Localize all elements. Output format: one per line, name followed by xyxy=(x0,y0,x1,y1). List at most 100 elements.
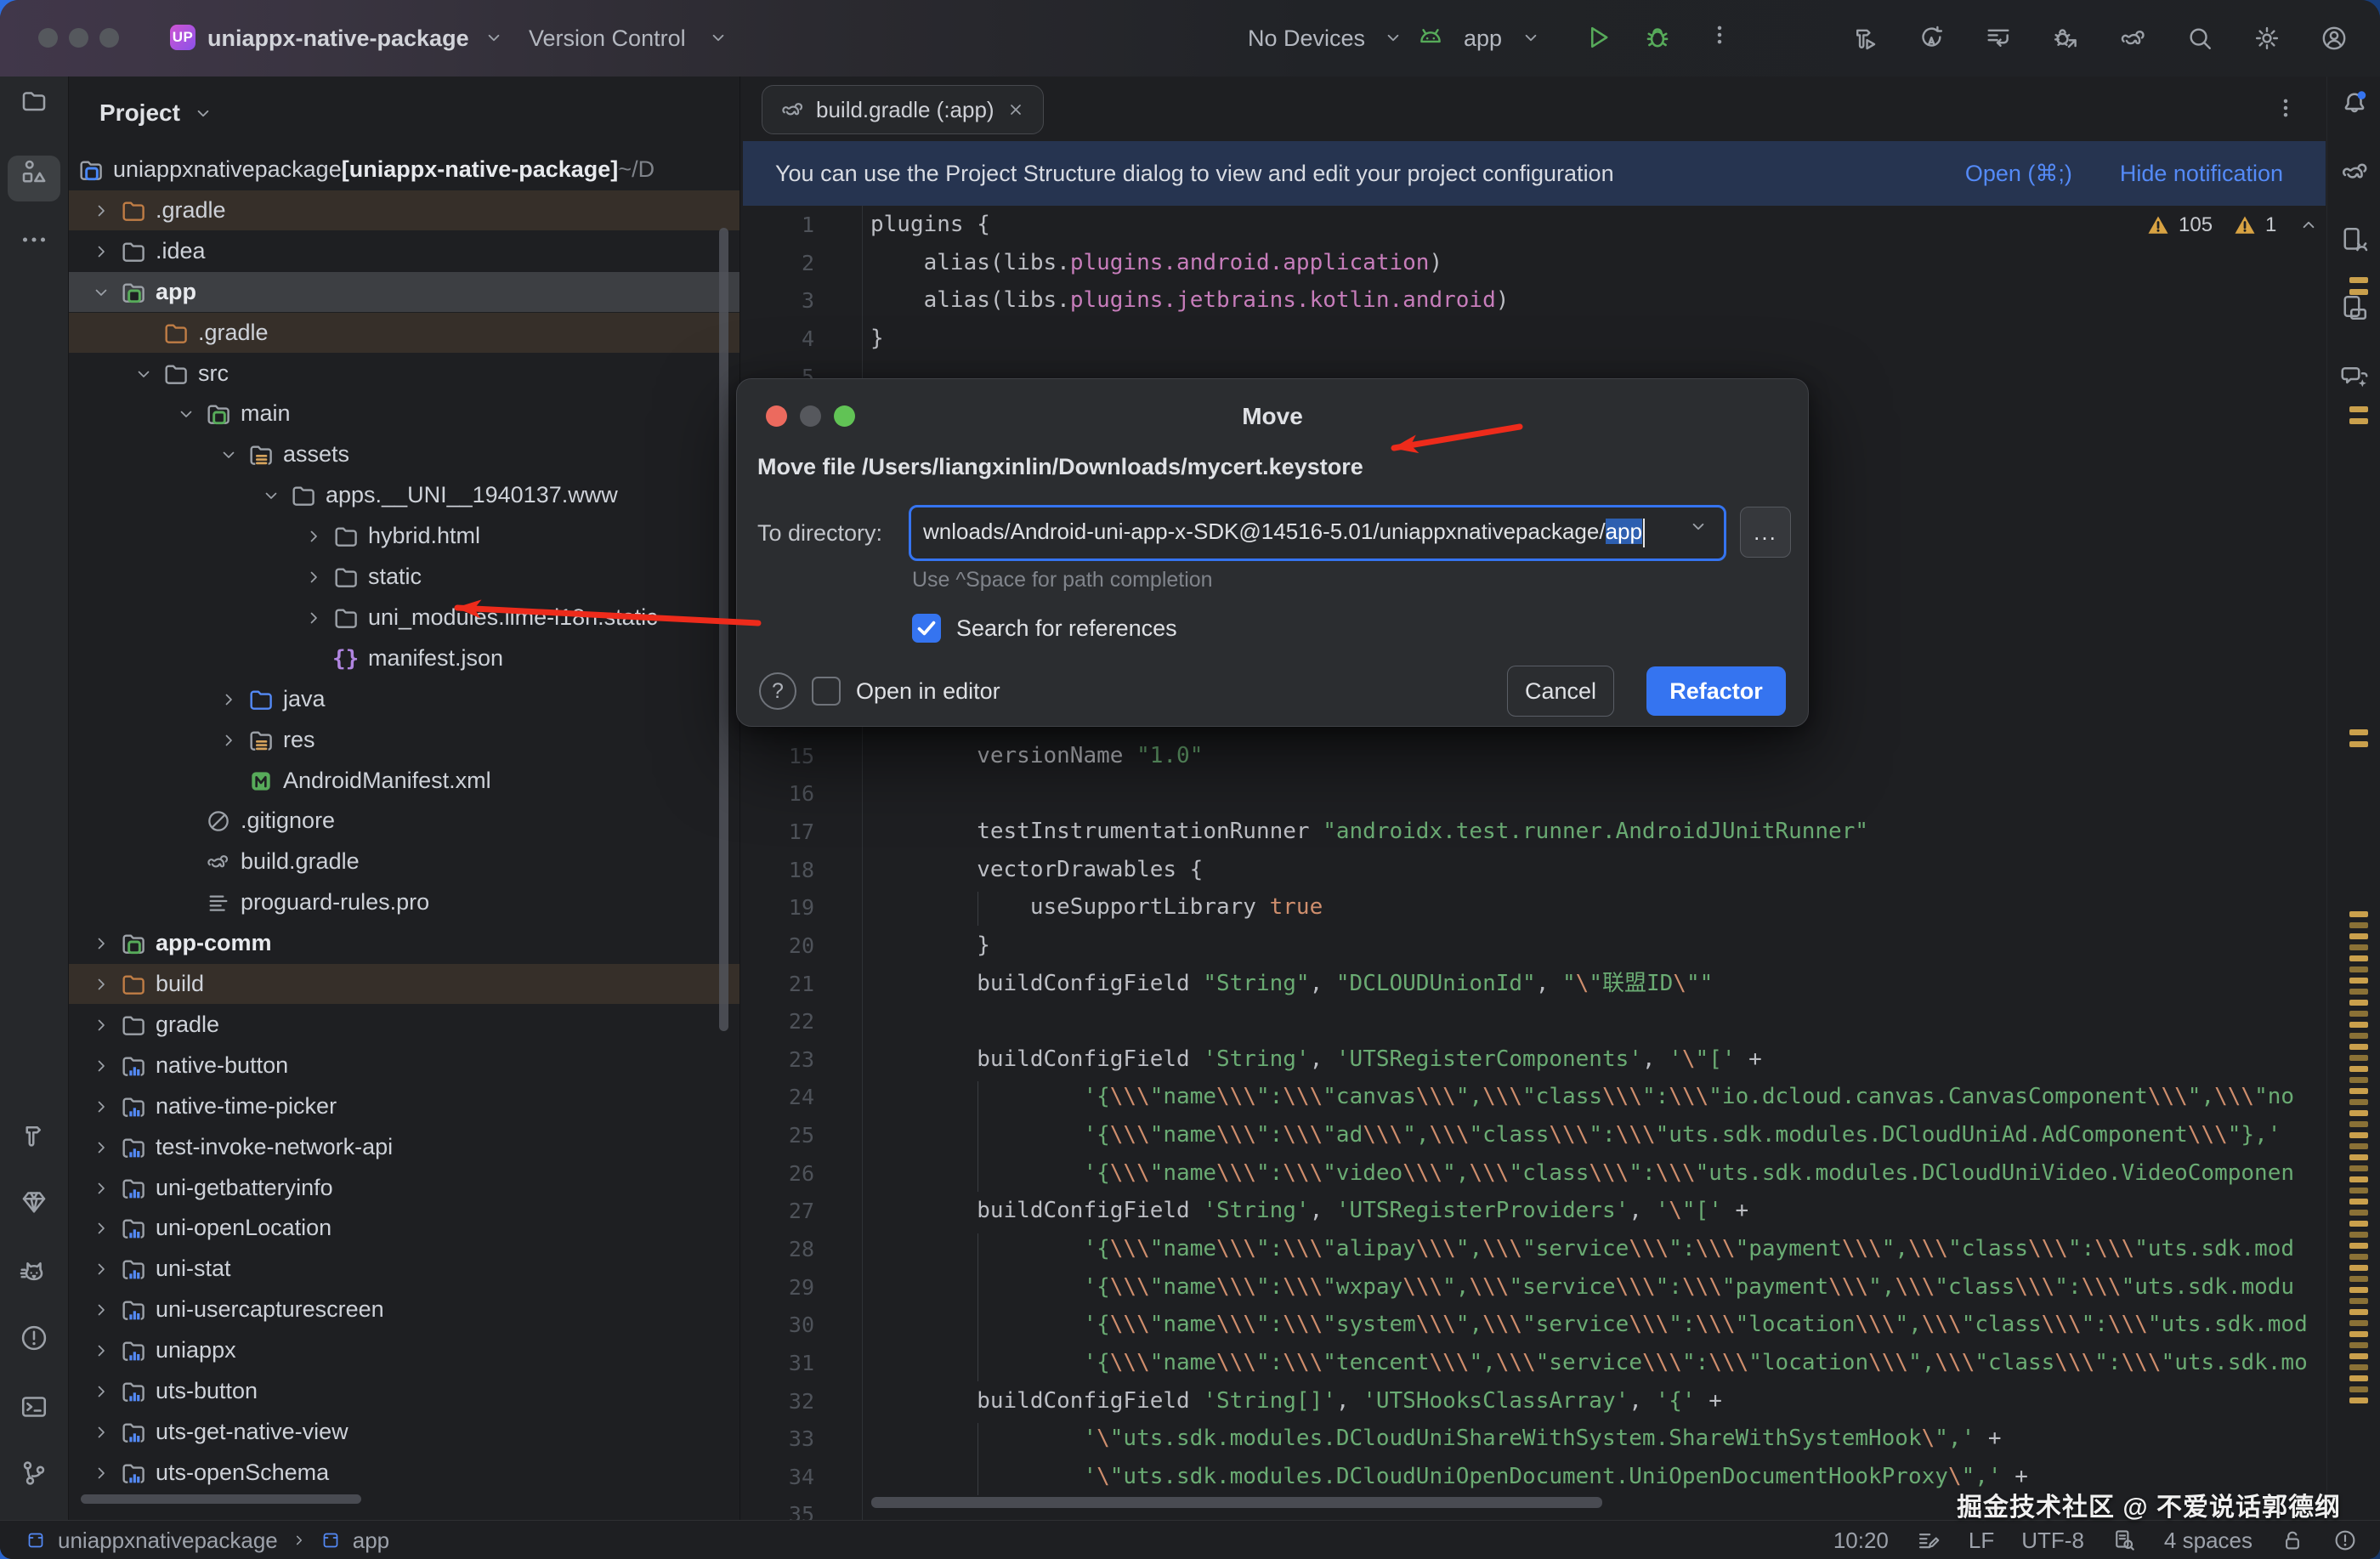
structure-icon[interactable] xyxy=(19,156,49,187)
chevron-right-icon[interactable] xyxy=(91,1056,111,1076)
chevron-right-icon[interactable] xyxy=(218,689,239,710)
tree-item-src[interactable]: src xyxy=(69,354,740,394)
chevron-right-icon[interactable] xyxy=(91,201,111,221)
tree-item-uts-openschema[interactable]: uts-openSchema xyxy=(69,1453,740,1493)
tree-item-build[interactable]: build xyxy=(69,964,740,1004)
tree-item-main[interactable]: main xyxy=(69,394,740,434)
tree-item-uni-openlocation[interactable]: uni-openLocation xyxy=(69,1208,740,1248)
open-in-editor-checkbox[interactable] xyxy=(812,677,841,706)
logcat-icon[interactable] xyxy=(19,1256,49,1287)
close-window-button[interactable] xyxy=(38,28,58,48)
gradle-sync-icon[interactable] xyxy=(2118,24,2147,53)
chevron-right-icon[interactable] xyxy=(303,567,324,587)
tree-item-assets[interactable]: assets xyxy=(69,434,740,474)
tree-item--idea[interactable]: .idea xyxy=(69,231,740,271)
tree-item-uts-get-native-view[interactable]: uts-get-native-view xyxy=(69,1412,740,1452)
minimize-window-button[interactable] xyxy=(69,28,88,48)
tree-item-uni-modules-lime-i18n-static[interactable]: uni_modules.lime-i18n.static xyxy=(69,598,740,638)
debug-button[interactable] xyxy=(1642,22,1673,53)
chevron-right-icon[interactable] xyxy=(91,1218,111,1239)
open-project-structure-link[interactable]: Open (⌘;) xyxy=(1965,161,2072,187)
notifications-icon[interactable] xyxy=(2339,88,2370,119)
tree-item-native-time-picker[interactable]: native-time-picker xyxy=(69,1086,740,1126)
zoom-window-button[interactable] xyxy=(99,28,119,48)
search-everywhere-icon[interactable] xyxy=(2185,24,2214,53)
build-project-icon[interactable] xyxy=(1850,24,1878,53)
indent-style[interactable]: 4 spaces xyxy=(2164,1528,2252,1554)
tree-item-uts-button[interactable]: uts-button xyxy=(69,1371,740,1411)
inspections-widget-icon[interactable] xyxy=(2111,1528,2137,1553)
chevron-right-icon[interactable] xyxy=(91,1097,111,1117)
tree-item-native-button[interactable]: native-button xyxy=(69,1046,740,1086)
more-actions-icon[interactable] xyxy=(1707,22,1732,48)
tree-item-uni-usercapturescreen[interactable]: uni-usercapturescreen xyxy=(69,1290,740,1329)
chevron-right-icon[interactable] xyxy=(91,1381,111,1402)
attach-debugger-icon[interactable] xyxy=(2051,24,2080,53)
run-button[interactable] xyxy=(1583,22,1613,53)
device-selector[interactable]: No Devices xyxy=(1248,0,1365,77)
close-icon[interactable] xyxy=(1006,99,1026,120)
chevron-right-icon[interactable] xyxy=(91,933,111,954)
browse-directory-button[interactable]: ... xyxy=(1740,507,1791,558)
tree-item-java[interactable]: java xyxy=(69,679,740,719)
problems-icon[interactable] xyxy=(19,1323,49,1353)
tree-horizontal-scrollbar[interactable] xyxy=(81,1494,361,1504)
tree-item-proguard-rules-pro[interactable]: proguard-rules.pro xyxy=(69,882,740,922)
chevron-right-icon[interactable] xyxy=(91,1300,111,1320)
tree-item-uni-stat[interactable]: uni-stat xyxy=(69,1249,740,1289)
hide-notification-link[interactable]: Hide notification xyxy=(2120,161,2283,187)
build-icon[interactable] xyxy=(19,1120,49,1151)
search-references-checkbox[interactable] xyxy=(912,614,941,643)
tree-item-project-root[interactable]: uniappxnativepackage [uniappx-native-pac… xyxy=(69,150,740,190)
project-selector[interactable]: uniappx-native-package xyxy=(207,0,469,77)
chevron-right-icon[interactable] xyxy=(91,241,111,262)
chevron-down-icon[interactable] xyxy=(91,282,111,303)
chevron-down-icon[interactable] xyxy=(176,404,196,424)
editor-horizontal-scrollbar[interactable] xyxy=(871,1497,1602,1508)
gemini-icon[interactable] xyxy=(2339,361,2370,392)
to-directory-input[interactable]: wnloads/Android-uni-app-x-SDK@14516-5.01… xyxy=(909,505,1726,561)
account-icon[interactable] xyxy=(2320,24,2349,53)
chevron-right-icon[interactable] xyxy=(91,1259,111,1279)
device-manager-icon[interactable] xyxy=(2339,224,2370,255)
tree-vertical-scrollbar[interactable] xyxy=(719,228,728,1031)
refactor-button[interactable]: Refactor xyxy=(1646,666,1786,716)
tree-item-androidmanifest-xml[interactable]: AndroidManifest.xml xyxy=(69,761,740,801)
version-control-menu[interactable]: Version Control xyxy=(529,0,686,77)
chevron-down-icon[interactable] xyxy=(133,364,154,384)
directory-dropdown-icon[interactable] xyxy=(1687,515,1709,537)
tree-item--gitignore[interactable]: .gitignore xyxy=(69,801,740,841)
file-lock-icon[interactable] xyxy=(2280,1528,2305,1553)
tree-item-hybrid-html[interactable]: hybrid.html xyxy=(69,516,740,556)
file-encoding[interactable]: UTF-8 xyxy=(2021,1528,2084,1554)
tree-item-static[interactable]: static xyxy=(69,557,740,597)
chevron-right-icon[interactable] xyxy=(91,1137,111,1158)
highlighting-level-icon[interactable] xyxy=(1916,1528,1941,1553)
project-avatar-badge[interactable]: UP xyxy=(170,25,196,50)
cursor-position[interactable]: 10:20 xyxy=(1833,1528,1889,1554)
cancel-button[interactable]: Cancel xyxy=(1507,666,1614,717)
chevron-right-icon[interactable] xyxy=(91,1341,111,1361)
line-separator[interactable]: LF xyxy=(1969,1528,1994,1554)
gradle-icon[interactable] xyxy=(2339,156,2370,187)
chevron-down-icon[interactable] xyxy=(218,445,239,465)
tab-options-icon[interactable] xyxy=(2273,95,2298,121)
project-icon[interactable] xyxy=(19,87,49,117)
version-control-icon[interactable] xyxy=(19,1458,49,1488)
settings-icon[interactable] xyxy=(2252,24,2281,53)
chevron-down-icon[interactable] xyxy=(261,485,281,506)
tree-item-build-gradle[interactable]: build.gradle xyxy=(69,842,740,882)
chevron-right-icon[interactable] xyxy=(91,1463,111,1483)
sync-act-icon[interactable] xyxy=(1917,24,1946,53)
previous-problem-icon[interactable] xyxy=(2298,214,2320,236)
more-tools-icon[interactable] xyxy=(19,224,49,255)
breadcrumb-item[interactable]: app xyxy=(353,1528,389,1554)
chevron-right-icon[interactable] xyxy=(303,526,324,547)
breadcrumb-item[interactable]: uniappxnativepackage xyxy=(58,1528,278,1554)
project-panel-header[interactable]: Project xyxy=(99,90,214,136)
profiler-icon[interactable] xyxy=(1984,24,2013,53)
chevron-right-icon[interactable] xyxy=(91,1178,111,1199)
tree-item--gradle[interactable]: .gradle xyxy=(69,190,740,230)
tree-item-uni-getbatteryinfo[interactable]: uni-getbatteryinfo xyxy=(69,1168,740,1208)
terminal-icon[interactable] xyxy=(19,1392,49,1422)
